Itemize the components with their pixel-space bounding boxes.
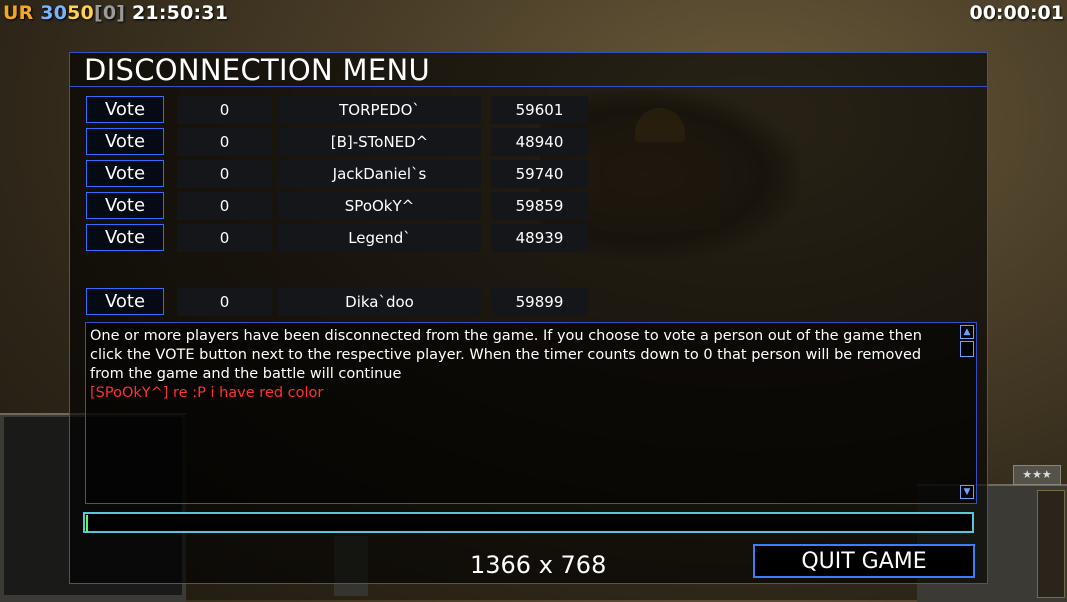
power-meter [1037, 490, 1065, 598]
vote-button[interactable]: Vote [86, 192, 164, 219]
vote-button[interactable]: Vote [86, 160, 164, 187]
bracket-open: [ [93, 2, 103, 24]
vote-count: 0 [177, 160, 272, 188]
message-log[interactable]: One or more players have been disconnect… [85, 322, 977, 504]
player-ping: 48939 [491, 224, 588, 252]
scroll-up-icon[interactable]: ▲ [960, 325, 974, 339]
chat-input[interactable] [83, 512, 974, 533]
dialog-title: DISCONNECTION MENU [84, 53, 430, 87]
resolution-label: 1366 x 768 [470, 551, 607, 579]
bracket-value: 0 [102, 2, 117, 24]
vote-button[interactable]: Vote [86, 96, 164, 123]
player-ping: 59601 [491, 96, 588, 124]
player-name: JackDaniel`s [278, 160, 481, 188]
bracket-close: ] [116, 2, 126, 24]
player-name: Legend` [278, 224, 481, 252]
faction-label: UR [3, 2, 34, 24]
game-clock: 21:50:31 [132, 2, 229, 24]
resource-readout: UR 3050[0] 21:50:31 [3, 2, 228, 24]
rank-tab[interactable]: ★★★ [1013, 465, 1061, 485]
vote-button[interactable]: Vote [86, 128, 164, 155]
player-name: SPoOkY^ [278, 192, 481, 220]
player-ping: 59899 [491, 288, 588, 316]
vote-count: 0 [177, 128, 272, 156]
resource-a: 30 [40, 2, 68, 24]
scroll-down-icon[interactable]: ▼ [960, 485, 974, 499]
player-ping: 48940 [491, 128, 588, 156]
vote-count: 0 [177, 192, 272, 220]
player-ping: 59859 [491, 192, 588, 220]
vote-count: 0 [177, 288, 272, 316]
text-cursor [86, 515, 88, 532]
system-message: One or more players have been disconnect… [90, 328, 922, 382]
quit-game-button[interactable]: QUIT GAME [753, 544, 975, 578]
player-name: Dika`doo [278, 288, 481, 316]
player-name: TORPEDO` [278, 96, 481, 124]
vote-button[interactable]: Vote [86, 288, 164, 315]
message-text: One or more players have been disconnect… [90, 327, 956, 403]
vote-count: 0 [177, 224, 272, 252]
vote-button[interactable]: Vote [86, 224, 164, 251]
player-name: [B]-SToNED^ [278, 128, 481, 156]
scroll-thumb[interactable] [960, 341, 974, 357]
resource-b: 50 [67, 2, 94, 24]
dialog-title-bar: DISCONNECTION MENU [70, 53, 987, 87]
player-ping: 59740 [491, 160, 588, 188]
vote-count: 0 [177, 96, 272, 124]
disconnection-dialog: DISCONNECTION MENU Vote 0 TORPEDO` 59601… [69, 52, 988, 584]
message-scrollbar[interactable]: ▲ ▼ [960, 325, 974, 499]
chat-message: [SPoOkY^] re :P i have red color [90, 385, 324, 401]
match-timer: 00:00:01 [969, 2, 1064, 24]
